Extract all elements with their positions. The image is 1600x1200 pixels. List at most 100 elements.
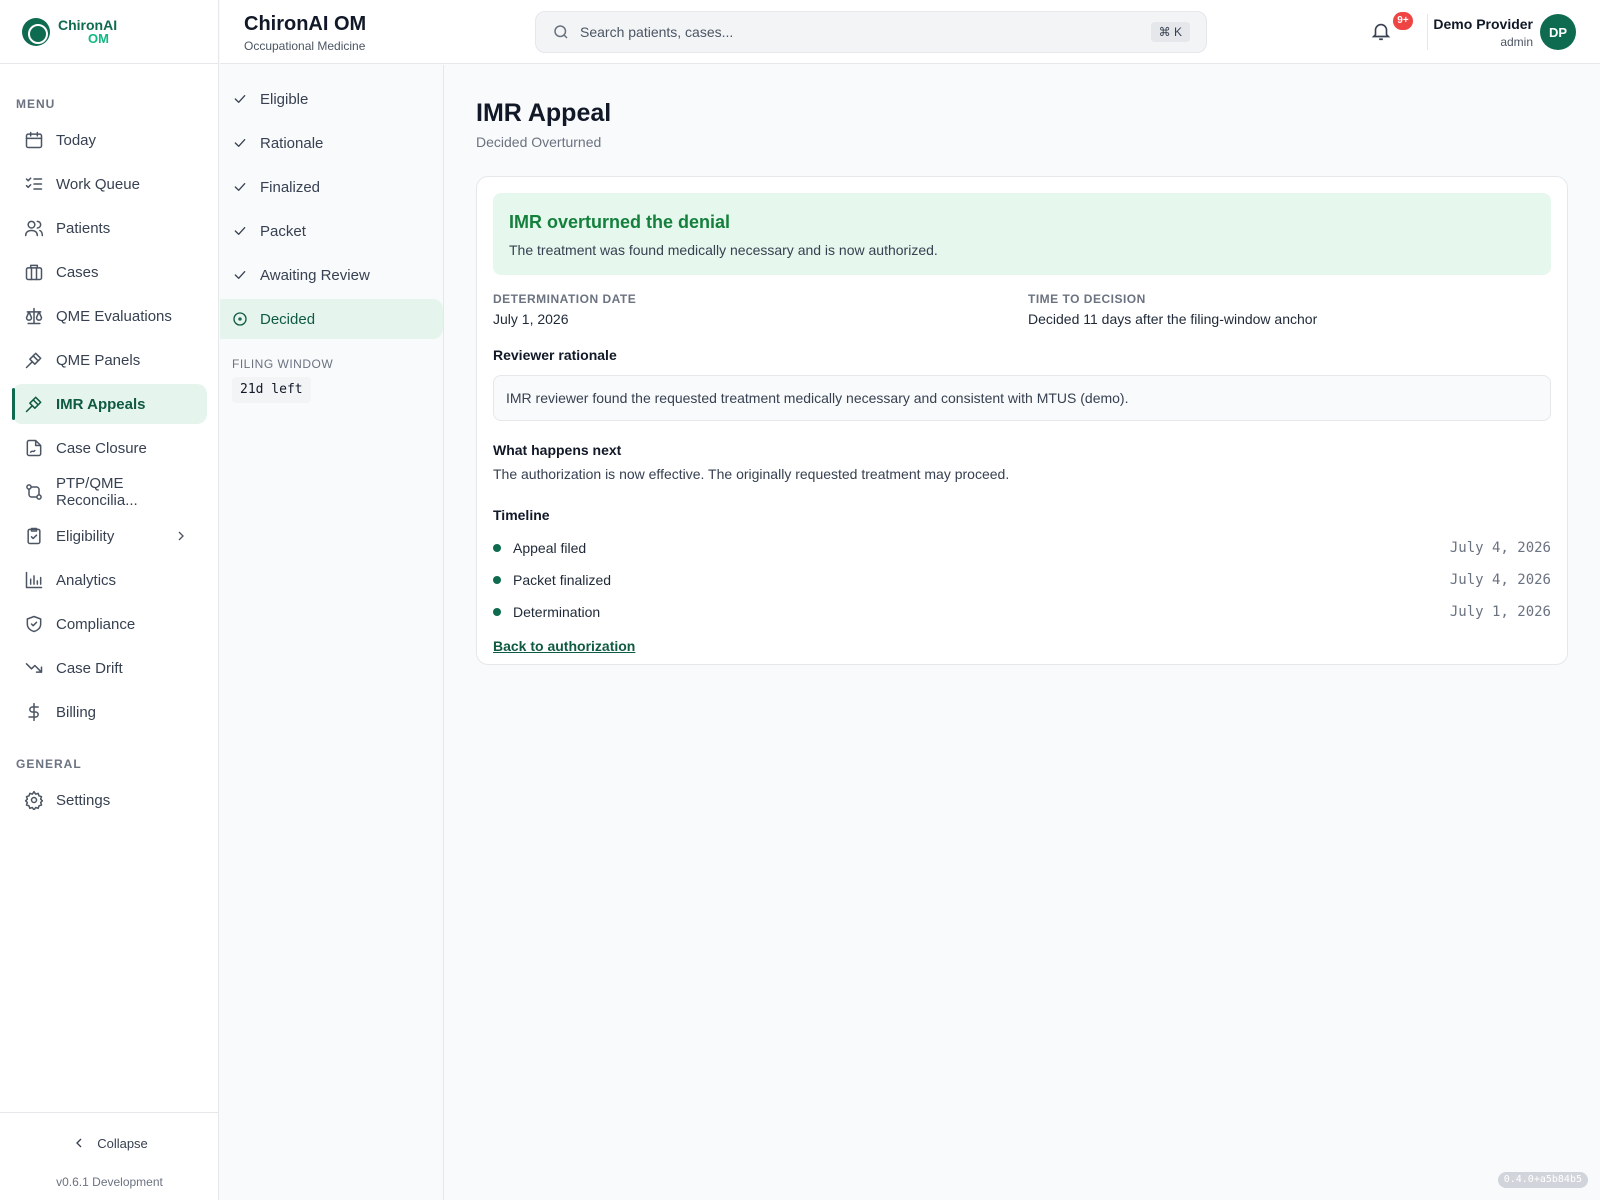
timeline-heading: Timeline	[493, 507, 550, 523]
sidebar-item-patients[interactable]: Patients	[12, 208, 207, 248]
back-to-authorization-link[interactable]: Back to authorization	[493, 638, 635, 654]
sidebar-item-compliance[interactable]: Compliance	[12, 604, 207, 644]
chevron-right-icon[interactable]	[173, 528, 189, 544]
step-label: Rationale	[260, 134, 324, 152]
calendar-icon	[24, 130, 44, 150]
timeline-date: July 4, 2026	[1449, 572, 1551, 588]
notification-count-badge: 9+	[1393, 12, 1413, 30]
check-icon	[232, 267, 248, 283]
timeline-date: July 1, 2026	[1449, 604, 1551, 620]
sidebar-item-label: Case Closure	[56, 439, 147, 457]
page-title: IMR Appeal	[476, 99, 612, 127]
shield-check-icon	[24, 614, 44, 634]
decision-card: IMR overturned the denial The treatment …	[476, 176, 1568, 665]
page-subtitle: Decided Overturned	[476, 134, 602, 150]
version-label: v0.6.1 Development	[56, 1175, 163, 1189]
check-icon	[232, 179, 248, 195]
appeal-steps-panel: Eligible Rationale Finalized Packet Awai…	[220, 65, 444, 1200]
search-bar[interactable]: ⌘ K	[535, 11, 1207, 53]
step-rationale[interactable]: Rationale	[220, 123, 443, 163]
sidebar-item-label: QME Panels	[56, 351, 141, 369]
gavel-icon	[24, 394, 44, 414]
sidebar-footer: Collapse v0.6.1 Development	[0, 1112, 219, 1200]
search-input[interactable]	[580, 24, 1120, 40]
file-signature-icon	[24, 438, 44, 458]
time-to-decision-value: Decided 11 days after the filing-window …	[1028, 311, 1318, 327]
timeline-date: July 4, 2026	[1449, 540, 1551, 556]
brand-wordmark: ChironAI OM	[58, 18, 117, 45]
sidebar-item-cases[interactable]: Cases	[12, 252, 207, 292]
brand-name-line1: ChironAI	[58, 17, 118, 33]
gear-icon	[24, 790, 44, 810]
sidebar-item-qme-panels[interactable]: QME Panels	[12, 340, 207, 380]
sidebar-item-label: Cases	[56, 263, 99, 281]
sidebar-item-label: Eligibility	[56, 527, 115, 545]
sidebar-item-label: Patients	[56, 219, 111, 237]
trending-down-icon	[24, 658, 44, 678]
banner-text: The treatment was found medically necess…	[509, 242, 938, 258]
chevron-left-icon	[76, 1138, 82, 1148]
briefcase-icon	[24, 262, 44, 282]
sidebar-item-label: PTP/QME Reconcilia...	[56, 475, 138, 509]
filing-window-value: 21d left	[232, 377, 311, 403]
list-checks-icon	[24, 174, 44, 194]
sidebar-item-settings[interactable]: Settings	[12, 780, 207, 820]
determination-date-label: DETERMINATION DATE	[493, 292, 637, 306]
timeline-dot	[493, 544, 501, 552]
sidebar-item-label: Today	[56, 131, 97, 149]
banner-title: IMR overturned the denial	[509, 212, 731, 232]
sidebar-item-label: Settings	[56, 791, 111, 809]
general-section-label: GENERAL	[16, 757, 82, 771]
step-label: Decided	[260, 310, 316, 328]
collapse-button[interactable]: Collapse	[0, 1129, 219, 1157]
git-compare-icon	[24, 482, 44, 502]
sidebar-item-label: Compliance	[56, 615, 136, 633]
menu-section-label: MENU	[16, 97, 56, 111]
step-finalized[interactable]: Finalized	[220, 167, 443, 207]
sidebar-item-label: Analytics	[56, 571, 117, 589]
timeline-item: Determination July 1, 2026	[493, 600, 1551, 624]
time-to-decision-label: TIME TO DECISION	[1028, 292, 1146, 306]
sidebar-item-eligibility[interactable]: Eligibility	[12, 516, 207, 556]
step-packet[interactable]: Packet	[220, 211, 443, 251]
rationale-heading: Reviewer rationale	[493, 347, 617, 363]
sidebar-item-case-closure[interactable]: Case Closure	[12, 428, 207, 468]
main-content: IMR Appeal Decided Overturned IMR overtu…	[445, 65, 1600, 1200]
sidebar-item-work-queue[interactable]: Work Queue	[12, 164, 207, 204]
check-icon	[232, 135, 248, 151]
sidebar-item-qme-evaluations[interactable]: QME Evaluations	[12, 296, 207, 336]
sidebar-item-analytics[interactable]: Analytics	[12, 560, 207, 600]
step-decided[interactable]: Decided	[220, 299, 443, 339]
step-label: Awaiting Review	[260, 266, 370, 284]
next-steps-heading: What happens next	[493, 442, 622, 458]
sidebar-item-label: Work Queue	[56, 175, 140, 193]
circle-dot-icon	[232, 311, 248, 327]
logo-icon	[22, 17, 50, 46]
timeline-dot	[493, 608, 501, 616]
notifications-button[interactable]	[1370, 20, 1394, 44]
step-eligible[interactable]: Eligible	[220, 79, 443, 119]
scale-icon	[24, 306, 44, 326]
determination-date-value: July 1, 2026	[493, 311, 569, 327]
sidebar-item-case-drift[interactable]: Case Drift	[12, 648, 207, 688]
sidebar-item-today[interactable]: Today	[12, 120, 207, 160]
sidebar-item-billing[interactable]: Billing	[12, 692, 207, 732]
bar-chart-icon	[24, 570, 44, 590]
app-title: ChironAI OM	[244, 13, 367, 35]
decision-banner: IMR overturned the denial The treatment …	[493, 193, 1551, 275]
step-awaiting-review[interactable]: Awaiting Review	[220, 255, 443, 295]
rationale-text: IMR reviewer found the requested treatme…	[493, 375, 1551, 421]
header-divider	[1427, 14, 1428, 50]
step-label: Finalized	[260, 178, 321, 196]
clipboard-check-icon	[24, 526, 44, 546]
build-version-tag: 0.4.0+a5b84b5	[1497, 1172, 1588, 1188]
brand-logo[interactable]: ChironAI OM	[0, 0, 218, 64]
step-label: Eligible	[260, 90, 309, 108]
user-name: Demo Provider	[1433, 16, 1533, 32]
sidebar-item-imr-appeals[interactable]: IMR Appeals	[12, 384, 207, 424]
sidebar: ChironAI OM MENU Today Work Queue Patien…	[0, 0, 219, 1200]
sidebar-item-ptp-qme-reconciliation[interactable]: PTP/QME Reconcilia...	[12, 472, 207, 512]
check-icon	[232, 223, 248, 239]
avatar[interactable]: DP	[1540, 14, 1576, 50]
timeline-label: Determination	[513, 604, 601, 620]
